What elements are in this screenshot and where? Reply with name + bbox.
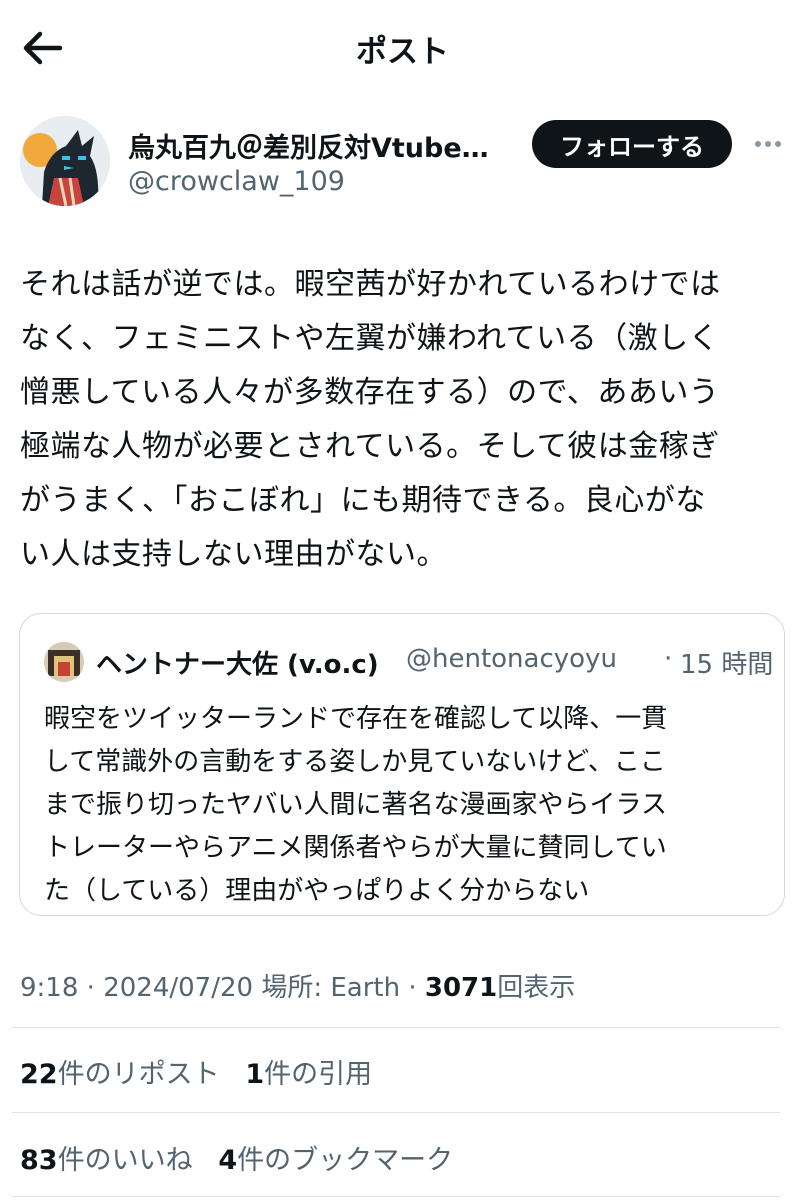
repost-stats-row: 22件のリポスト 1件の引用 xyxy=(20,1052,372,1091)
quote-separator: · xyxy=(664,644,673,674)
tweet-location: 場所: Earth xyxy=(261,973,401,1003)
reposts-link[interactable]: 22件のリポスト xyxy=(20,1059,220,1090)
bookmarks-label: 件のブックマーク xyxy=(237,1145,454,1176)
tweet-date[interactable]: 2024/07/20 xyxy=(103,973,253,1003)
more-options-button[interactable] xyxy=(748,128,788,160)
quote-author-name: ヘントナー大佐 (v.o.c) xyxy=(96,650,379,680)
meta-separator: · xyxy=(408,973,417,1003)
author-display-name[interactable]: 烏丸百九＠差別反対Vtube… xyxy=(128,126,523,165)
likes-count: 83 xyxy=(20,1145,58,1176)
bookmarks-count: 4 xyxy=(218,1145,238,1176)
page-title: ポスト xyxy=(356,34,449,70)
quote-avatar-image xyxy=(44,642,84,682)
views-count: 3071 xyxy=(424,973,498,1003)
author-handle[interactable]: @crowclaw_109 xyxy=(128,166,345,197)
divider xyxy=(12,1112,780,1113)
tweet-text: それは話が逆では。暇空茜が好かれているわけでは なく、フェミニストや左翼が嫌われ… xyxy=(20,267,721,572)
avatar[interactable] xyxy=(20,116,110,206)
quoted-tweet-card[interactable]: ヘントナー大佐 (v.o.c) @hentonacyoyu · 15 時間 暇空… xyxy=(19,613,785,916)
likes-link[interactable]: 83件のいいね xyxy=(20,1145,193,1176)
like-stats-row: 83件のいいね 4件のブックマーク xyxy=(20,1138,453,1177)
top-bar: ポスト xyxy=(0,0,805,92)
quote-text: 暇空をツイッターランドで存在を確認して以降、一貫 して常識外の言動をする姿しか見… xyxy=(44,704,668,906)
likes-label: 件のいいね xyxy=(57,1145,193,1176)
tweet-meta: 9:18 · 2024/07/20 場所: Earth · 3071回表示 xyxy=(20,967,575,1004)
quotes-count: 1 xyxy=(245,1059,265,1090)
divider xyxy=(12,1027,780,1028)
quote-author-handle: @hentonacyoyu xyxy=(406,644,617,674)
divider xyxy=(12,1196,780,1197)
bookmarks-link[interactable]: 4件のブックマーク xyxy=(218,1145,453,1176)
quotes-label: 件の引用 xyxy=(264,1059,373,1090)
more-dots-icon xyxy=(753,141,783,147)
quoted-tweet-header: ヘントナー大佐 (v.o.c) @hentonacyoyu · 15 時間 xyxy=(44,642,773,682)
quote-timestamp: 15 時間 xyxy=(680,650,774,680)
tweet-time[interactable]: 9:18 xyxy=(20,973,78,1003)
follow-button[interactable]: フォローする xyxy=(532,120,732,168)
quote-avatar xyxy=(44,642,84,682)
author-row: 烏丸百九＠差別反対Vtube… @crowclaw_109 フォローする xyxy=(20,116,790,208)
reposts-label: 件のリポスト xyxy=(57,1059,220,1090)
crow-avatar-image xyxy=(20,116,110,206)
reposts-count: 22 xyxy=(20,1059,58,1090)
quotes-link[interactable]: 1件の引用 xyxy=(245,1059,372,1090)
views-label: 回表示 xyxy=(497,973,576,1003)
meta-separator: · xyxy=(86,973,95,1003)
